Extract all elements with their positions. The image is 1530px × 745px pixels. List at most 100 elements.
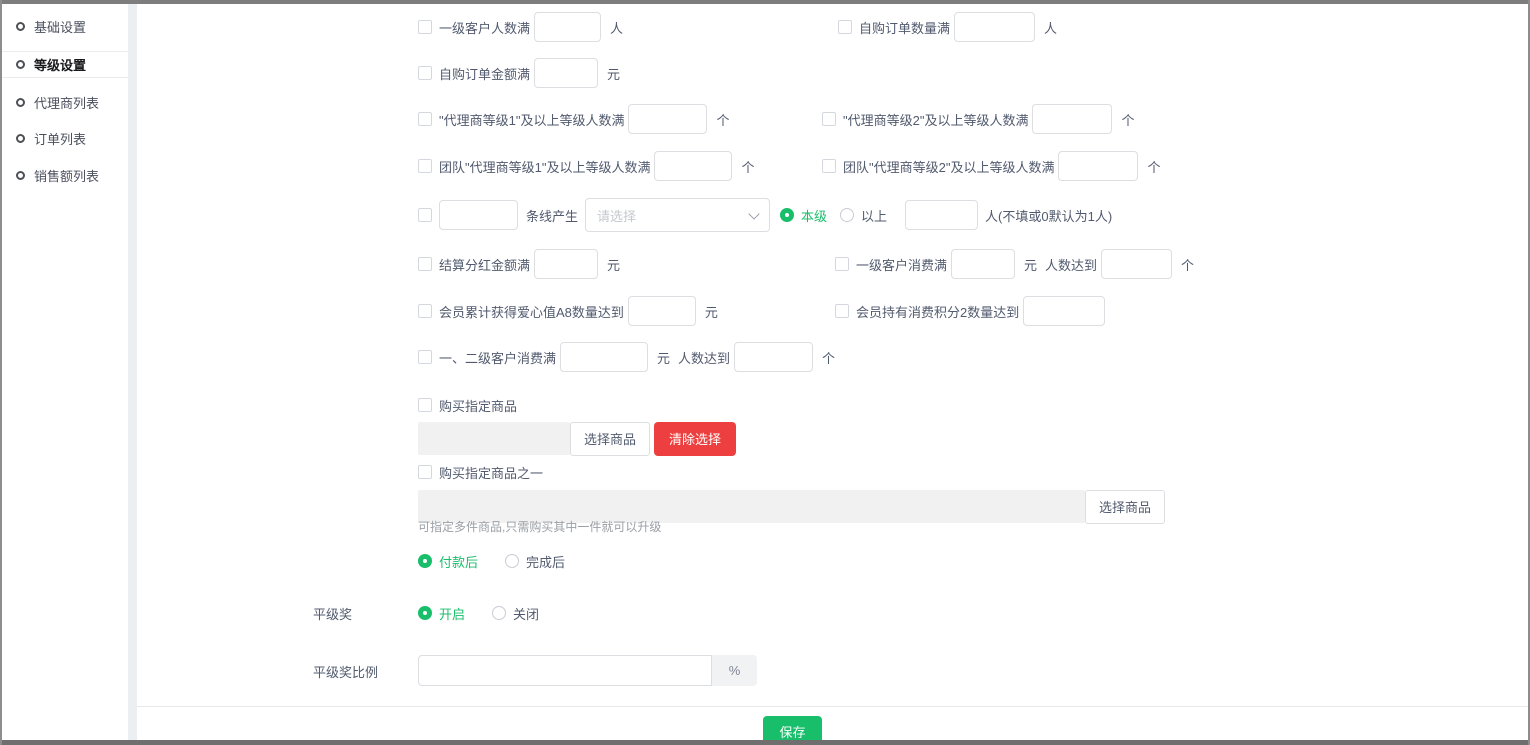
love-value-a8-checkbox[interactable] <box>418 304 432 318</box>
sidebar-item-label: 销售额列表 <box>34 166 99 185</box>
unit-label: 个 <box>1147 157 1160 176</box>
unit-label: 个 <box>1121 110 1134 129</box>
condition-label: "代理商等级2"及以上等级人数满 <box>843 110 1028 129</box>
level12-consume-checkbox[interactable] <box>418 350 432 364</box>
condition-label: 团队"代理商等级2"及以上等级人数满 <box>843 157 1054 176</box>
radio-circle-icon <box>16 98 25 107</box>
line-count-input[interactable] <box>439 200 518 230</box>
unit-label: 个 <box>716 110 729 129</box>
selected-product-display <box>418 422 570 455</box>
sidebar-item-level-settings[interactable]: 等级设置 <box>2 51 128 78</box>
buy-one-product-hint-row: 可指定多件商品,只需购买其中一件就可以升级 <box>418 518 661 534</box>
upgrade-timing-group: 付款后 完成后 <box>418 552 565 570</box>
sidebar-item-label: 订单列表 <box>34 129 86 148</box>
peer-award-label-row: 平级奖 <box>313 604 352 622</box>
agent-level2-count-checkbox[interactable] <box>822 112 836 126</box>
clear-selection-button[interactable]: 清除选择 <box>654 422 736 456</box>
level1-customer-count-checkbox[interactable] <box>418 20 432 34</box>
level12-consume-count-input[interactable] <box>734 342 813 372</box>
radio-circle-icon <box>16 134 25 143</box>
peer-award-on-radio[interactable] <box>418 606 432 620</box>
team-agent-level1-count-input[interactable] <box>654 151 732 181</box>
agent-level1-count-checkbox[interactable] <box>418 112 432 126</box>
condition-self-order-count: 自购订单数量满 人 <box>838 12 1057 42</box>
self-order-amount-input[interactable] <box>534 58 598 88</box>
condition-love-value-a8: 会员累计获得爱心值A8数量达到 元 <box>418 296 718 326</box>
sidebar-item-sales-list[interactable]: 销售额列表 <box>2 162 128 189</box>
self-order-amount-checkbox[interactable] <box>418 66 432 80</box>
unit-label: 人 <box>610 18 623 37</box>
window-frame-top <box>0 0 1530 4</box>
peer-award-off-radio[interactable] <box>492 606 506 620</box>
footer-divider <box>137 706 1528 707</box>
unit-label: 人(不填或0默认为1人) <box>985 206 1112 225</box>
radio-label: 本级 <box>801 206 827 225</box>
level1-consume-count-input[interactable] <box>1101 249 1172 279</box>
condition-consume-points2: 会员持有消费积分2数量达到 <box>835 296 1105 326</box>
team-agent-level1-count-checkbox[interactable] <box>418 159 432 173</box>
line-produce-checkbox[interactable] <box>418 208 432 222</box>
unit-label: 元 <box>607 255 620 274</box>
field-label: 平级奖 <box>313 604 352 623</box>
condition-label: 会员持有消费积分2数量达到 <box>856 302 1019 321</box>
condition-buy-one-product: 购买指定商品之一 <box>418 463 543 481</box>
team-agent-level2-count-input[interactable] <box>1058 151 1138 181</box>
self-order-count-input[interactable] <box>954 12 1035 42</box>
percent-unit-addon: % <box>712 655 757 686</box>
sidebar-item-label: 基础设置 <box>34 17 86 36</box>
agent-level1-count-input[interactable] <box>628 104 707 134</box>
buy-one-product-checkbox[interactable] <box>418 465 432 479</box>
unit-label: 元 <box>657 348 670 367</box>
sidebar-item-order-list[interactable]: 订单列表 <box>2 125 128 152</box>
radio-label: 付款后 <box>439 552 478 571</box>
sidebar-item-basic-settings[interactable]: 基础设置 <box>2 13 128 40</box>
dividend-amount-input[interactable] <box>534 249 598 279</box>
condition-line-produce: 条线产生 请选择 本级 以上 人(不填或0默认为1人) <box>418 198 1112 232</box>
condition-label: 结算分红金额满 <box>439 255 530 274</box>
team-agent-level2-count-checkbox[interactable] <box>822 159 836 173</box>
condition-label: 条线产生 <box>526 206 578 225</box>
love-value-a8-input[interactable] <box>628 296 696 326</box>
peer-ratio-label-row: 平级奖比例 <box>313 662 378 680</box>
sidebar-item-label: 等级设置 <box>34 55 86 74</box>
condition-label: 自购订单金额满 <box>439 64 530 83</box>
consume-points2-input[interactable] <box>1023 296 1105 326</box>
agent-level2-count-input[interactable] <box>1032 104 1112 134</box>
app-window: 基础设置 等级设置 代理商列表 订单列表 销售额列表 一级客户人数满 人 自购订… <box>0 0 1530 745</box>
dividend-amount-checkbox[interactable] <box>418 257 432 271</box>
condition-label: 会员累计获得爱心值A8数量达到 <box>439 302 624 321</box>
buy-product-checkbox[interactable] <box>418 398 432 412</box>
line-current-level-radio[interactable] <box>780 208 794 222</box>
radio-label: 完成后 <box>526 552 565 571</box>
after-complete-radio[interactable] <box>505 554 519 568</box>
condition-label: 一、二级客户消费满 <box>439 348 556 367</box>
condition-label: "代理商等级1"及以上等级人数满 <box>439 110 624 129</box>
unit-label: 元 <box>705 302 718 321</box>
select-product-button[interactable]: 选择商品 <box>1085 490 1165 524</box>
buy-product-picker: 选择商品 清除选择 <box>418 421 736 456</box>
line-people-count-input[interactable] <box>905 200 978 230</box>
window-frame-bottom <box>0 740 1530 745</box>
after-payment-radio[interactable] <box>418 554 432 568</box>
radio-label: 关闭 <box>513 604 539 623</box>
sidebar-item-label: 代理商列表 <box>34 93 99 112</box>
hint-text: 可指定多件商品,只需购买其中一件就可以升级 <box>418 518 661 535</box>
radio-label: 开启 <box>439 604 465 623</box>
field-label: 平级奖比例 <box>313 662 378 681</box>
level12-consume-amount-input[interactable] <box>560 342 648 372</box>
level1-consume-amount-input[interactable] <box>951 249 1015 279</box>
self-order-count-checkbox[interactable] <box>838 20 852 34</box>
unit-label: 元 <box>1024 255 1037 274</box>
select-product-button[interactable]: 选择商品 <box>570 422 650 456</box>
peer-ratio-input[interactable] <box>418 655 712 686</box>
settings-sidebar: 基础设置 等级设置 代理商列表 订单列表 销售额列表 <box>2 4 128 740</box>
radio-circle-icon <box>16 171 25 180</box>
radio-circle-icon <box>16 22 25 31</box>
level1-customer-count-input[interactable] <box>534 12 601 42</box>
condition-dividend-amount: 结算分红金额满 元 <box>418 249 620 279</box>
line-level-select[interactable]: 请选择 <box>585 198 770 232</box>
consume-points2-checkbox[interactable] <box>835 304 849 318</box>
line-above-level-radio[interactable] <box>840 208 854 222</box>
sidebar-item-agent-list[interactable]: 代理商列表 <box>2 89 128 116</box>
level1-consume-checkbox[interactable] <box>835 257 849 271</box>
